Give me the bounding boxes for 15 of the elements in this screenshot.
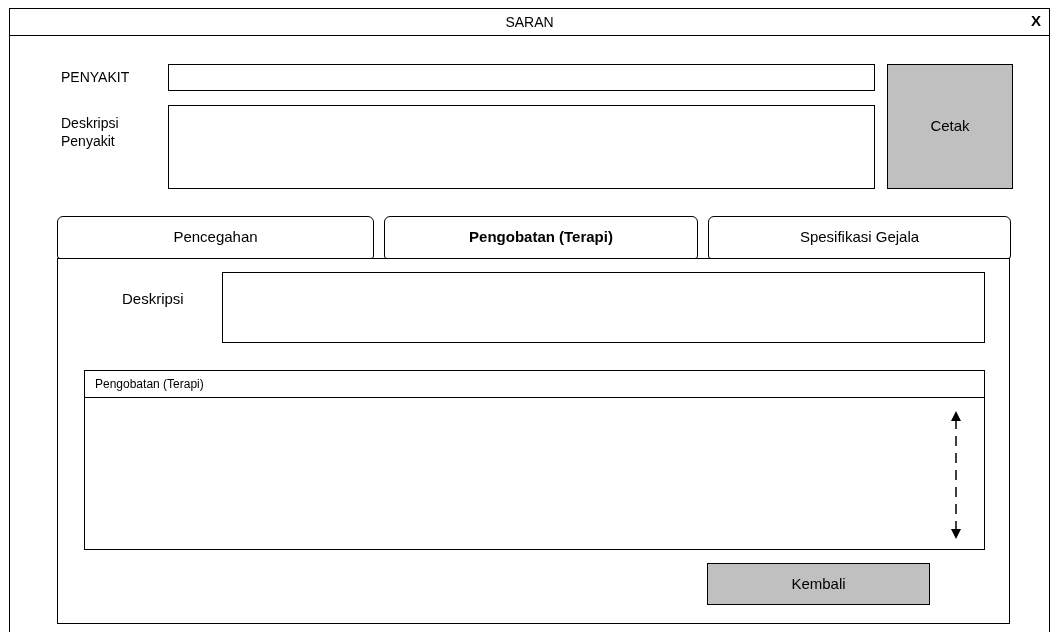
tab[interactable]: Spesifikasi Gejala — [708, 216, 1011, 259]
scroll-arrow-icon — [951, 411, 961, 539]
window-title: SARAN — [505, 12, 554, 32]
disease-field[interactable] — [168, 64, 875, 91]
print-button[interactable]: Cetak — [887, 64, 1013, 189]
description-label: Deskripsi — [122, 289, 185, 308]
tab[interactable]: Pencegahan — [57, 216, 374, 259]
tab[interactable]: Pengobatan (Terapi) — [384, 216, 698, 259]
close-button[interactable]: X — [1031, 12, 1041, 30]
description-field[interactable] — [168, 105, 875, 189]
list-header: Pengobatan (Terapi) — [95, 376, 204, 393]
disease-label: PENYAKIT — [61, 68, 131, 87]
description-field[interactable] — [222, 272, 985, 343]
back-button[interactable]: Kembali — [707, 563, 930, 605]
description-label: Deskripsi Penyakit — [61, 114, 120, 150]
